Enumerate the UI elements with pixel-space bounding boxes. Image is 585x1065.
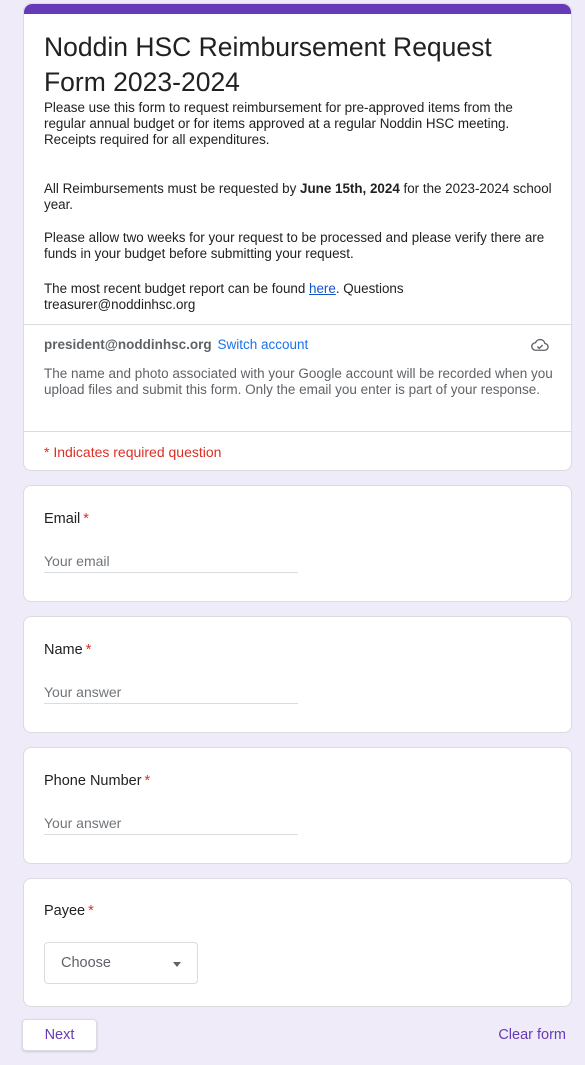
divider (24, 431, 571, 432)
form-header-card: Noddin HSC Reimbursement Request Form 20… (23, 3, 572, 471)
payee-dropdown[interactable]: Choose (44, 942, 198, 984)
question-label-payee: Payee * (44, 903, 94, 919)
description-paragraph-2: All Reimbursements must be requested by … (44, 181, 556, 213)
question-title: Phone Number (44, 773, 142, 789)
description-paragraph-3: Please allow two weeks for your request … (44, 230, 545, 261)
question-title: Payee (44, 903, 86, 919)
divider (24, 324, 571, 325)
clear-form-button[interactable]: Clear form (498, 1027, 566, 1043)
accent-bar (24, 4, 571, 14)
question-title: Email (44, 511, 81, 527)
account-line: president@noddinhsc.org Switch account (44, 337, 308, 352)
form-title: Noddin HSC Reimbursement Request Form 20… (44, 32, 492, 97)
deadline-date: June 15th, 2024 (300, 181, 400, 196)
description-paragraph-1: Please use this form to request reimburs… (44, 100, 513, 147)
question-card-email: Email * (23, 485, 572, 602)
payee-dropdown-value: Choose (61, 955, 111, 971)
required-asterisk: * (88, 903, 94, 919)
caret-down-icon (173, 962, 181, 967)
question-card-phone: Phone Number * (23, 747, 572, 864)
switch-account-link[interactable]: Switch account (217, 337, 308, 352)
required-asterisk: * (85, 642, 92, 658)
required-asterisk: * (144, 773, 151, 789)
required-asterisk: * (83, 511, 89, 527)
question-title: Name (44, 642, 83, 658)
next-button[interactable]: Next (22, 1019, 97, 1051)
cloud-check-icon (531, 338, 549, 351)
question-card-payee: Payee * Choose (23, 878, 572, 1007)
name-input[interactable] (44, 681, 298, 704)
budget-text-before: The most recent budget report can be fou… (44, 281, 310, 296)
question-card-name: Name * (23, 616, 572, 733)
question-label-name: Name * (44, 642, 91, 658)
account-email: president@noddinhsc.org (44, 337, 212, 352)
phone-number-input[interactable] (44, 812, 298, 835)
email-input[interactable] (44, 550, 298, 573)
question-label-email: Email * (44, 511, 89, 527)
description-paragraph-4: The most recent budget report can be fou… (44, 281, 556, 313)
question-label-phone: Phone Number * (44, 773, 150, 789)
account-notice: The name and photo associated with your … (44, 366, 553, 397)
required-question-note: * Indicates required question (44, 444, 222, 460)
budget-report-link[interactable]: here (309, 281, 336, 296)
deadline-text-before: All Reimbursements must be requested by (44, 181, 301, 196)
